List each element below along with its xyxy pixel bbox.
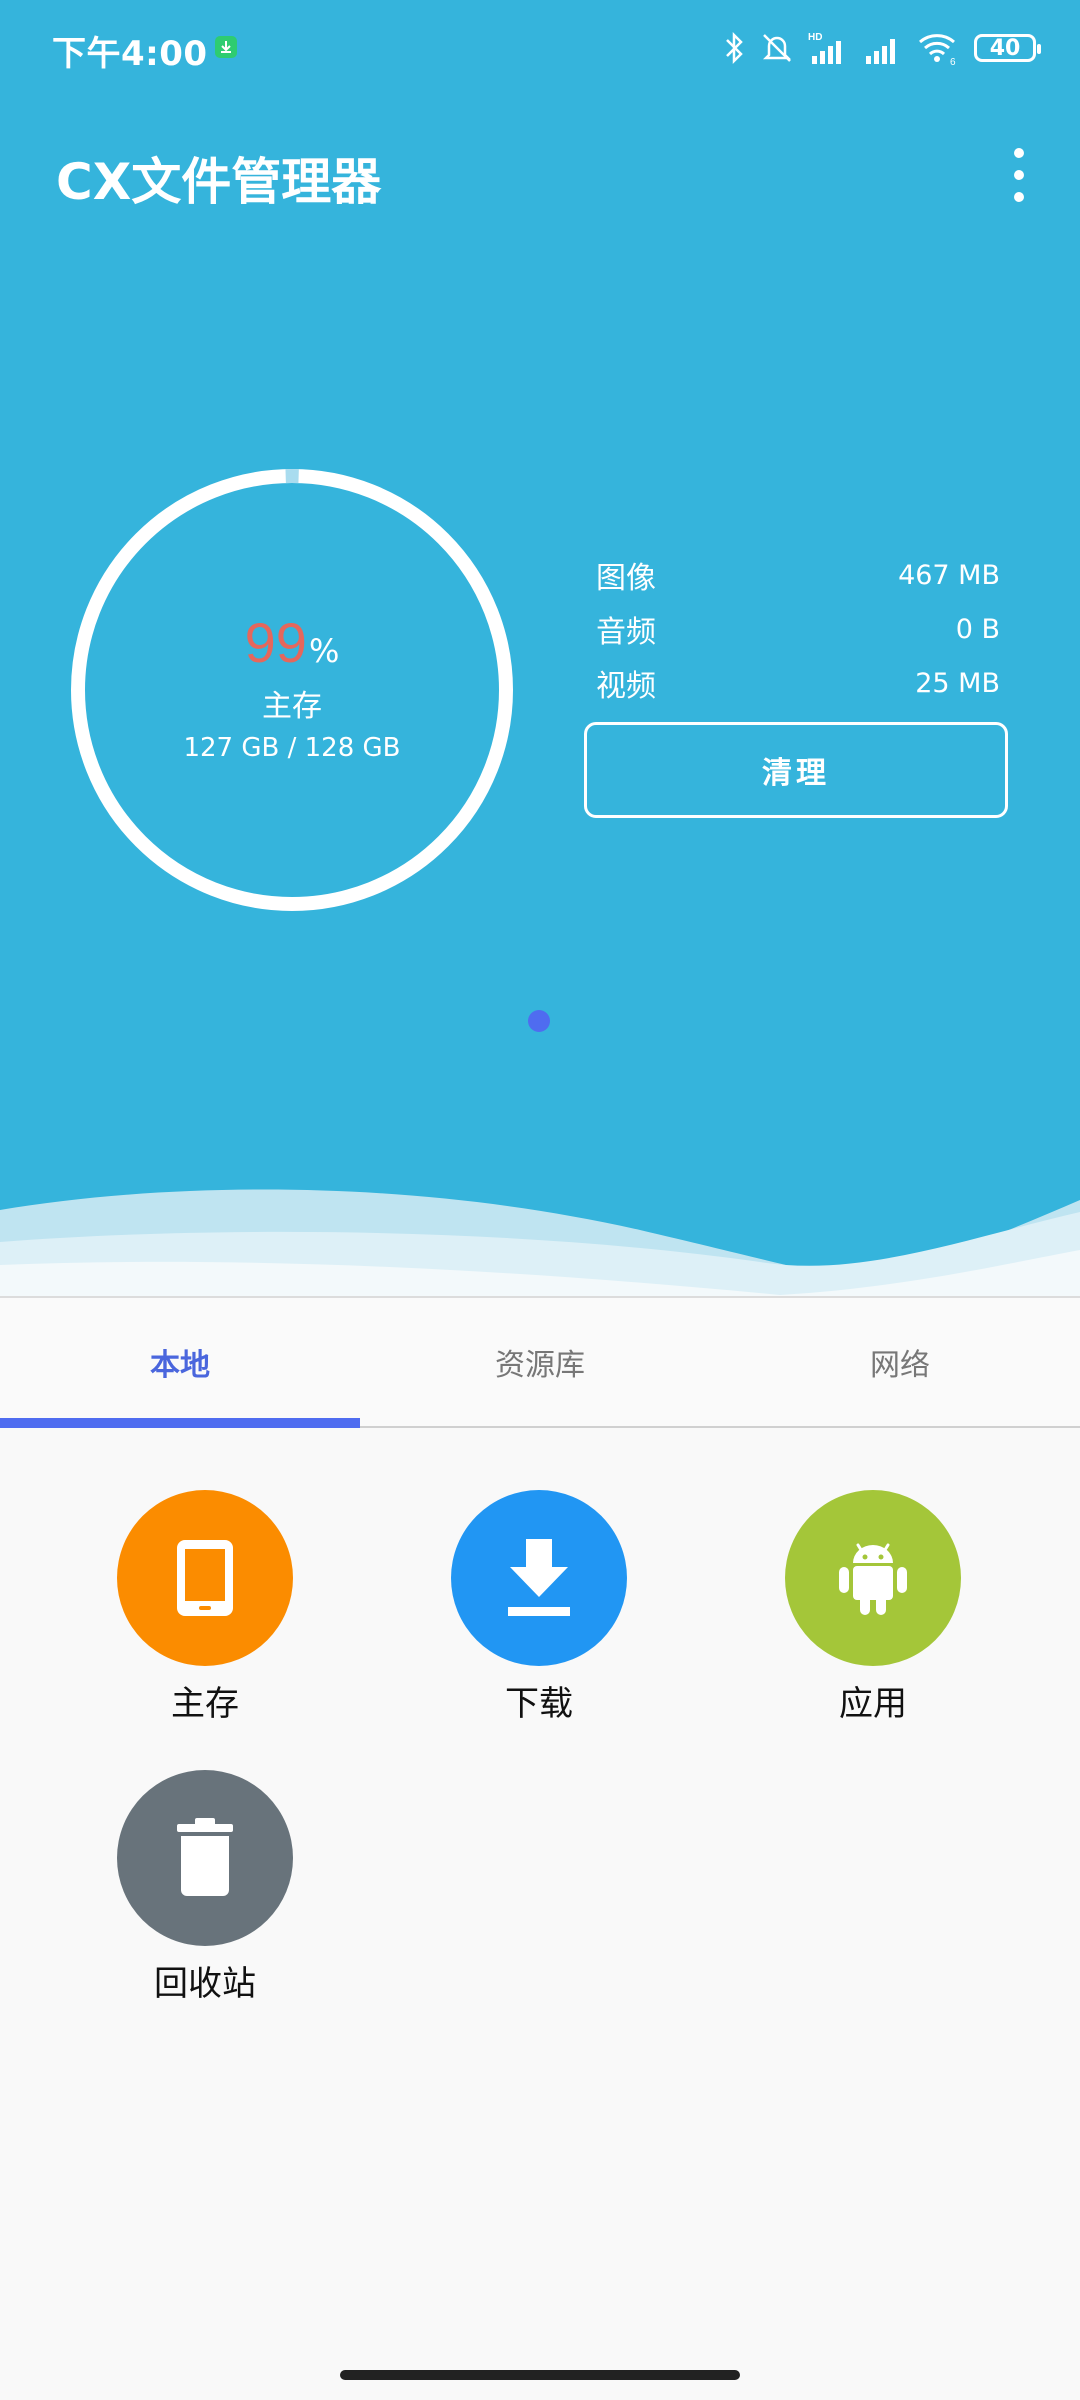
bluetooth-icon <box>726 31 743 65</box>
download-circle[interactable] <box>451 1490 627 1666</box>
download-icon <box>508 1539 570 1616</box>
recycle-bin-circle[interactable] <box>117 1770 293 1946</box>
battery-level: 40 <box>989 35 1021 61</box>
hd-signal-icon: HD <box>808 32 841 64</box>
main-storage-circle[interactable] <box>117 1490 293 1666</box>
trash-icon <box>177 1818 233 1896</box>
shortcut-label: 回收站 <box>154 1964 256 2004</box>
shortcut-apps[interactable]: 应用 <box>753 1490 993 1725</box>
stat-label: 音频 <box>596 615 656 650</box>
stat-value: 467 MB <box>898 559 1000 591</box>
stat-value: 0 B <box>955 613 1000 645</box>
storage-hero: 下午4:00 HD 6 40 CX文件管理器 99 % 主存 127 GB / … <box>0 0 1080 1300</box>
tab-library[interactable]: 资源库 <box>360 1298 720 1426</box>
wave-decoration <box>0 1189 1080 1300</box>
tab-network[interactable]: 网络 <box>720 1298 1080 1426</box>
tab-local[interactable]: 本地 <box>0 1298 360 1426</box>
home-indicator[interactable] <box>340 2370 740 2380</box>
storage-percent: 99 <box>244 610 307 674</box>
shortcut-label: 下载 <box>505 1684 573 1724</box>
clean-button[interactable]: 清理 <box>584 722 1008 818</box>
percent-sign: % <box>308 631 340 670</box>
storage-ring[interactable]: 99 % 主存 127 GB / 128 GB <box>70 468 514 912</box>
mute-bell-icon <box>762 34 792 62</box>
storage-label: 主存 <box>262 688 322 724</box>
app-title: CX文件管理器 <box>56 153 382 211</box>
tab-indicator <box>0 1418 360 1428</box>
download-notification-icon <box>215 36 237 58</box>
storage-usage: 127 GB / 128 GB <box>183 732 401 763</box>
shortcut-label: 应用 <box>839 1684 907 1724</box>
more-options-icon[interactable] <box>1004 148 1034 202</box>
stat-row-audio: 音频 0 B <box>596 602 1000 656</box>
status-bar: 下午4:00 HD 6 40 <box>0 0 1080 96</box>
stat-row-video: 视频 25 MB <box>596 656 1000 710</box>
svg-text:6: 6 <box>950 57 956 66</box>
status-icons: HD 6 40 <box>722 28 1041 68</box>
page-indicator-dot <box>528 1010 550 1032</box>
apps-circle[interactable] <box>785 1490 961 1666</box>
stat-row-images: 图像 467 MB <box>596 548 1000 602</box>
svg-text:HD: HD <box>808 32 822 43</box>
status-time: 下午4:00 <box>52 34 208 74</box>
shortcut-label: 主存 <box>171 1684 239 1724</box>
android-icon <box>839 1543 907 1615</box>
tab-bar: 本地 资源库 网络 <box>0 1296 1080 1428</box>
wifi-icon: 6 <box>919 34 956 66</box>
media-stats: 图像 467 MB 音频 0 B 视频 25 MB <box>596 548 1000 710</box>
stat-label: 视频 <box>596 669 656 704</box>
stat-value: 25 MB <box>915 667 1000 699</box>
battery-icon: 40 <box>974 34 1041 62</box>
stat-label: 图像 <box>596 561 656 596</box>
shortcut-recycle-bin[interactable]: 回收站 <box>85 1770 325 2005</box>
shortcut-main-storage[interactable]: 主存 <box>85 1490 325 1725</box>
tablet-icon <box>177 1540 233 1616</box>
shortcut-download[interactable]: 下载 <box>419 1490 659 1725</box>
signal-icon <box>866 39 895 64</box>
